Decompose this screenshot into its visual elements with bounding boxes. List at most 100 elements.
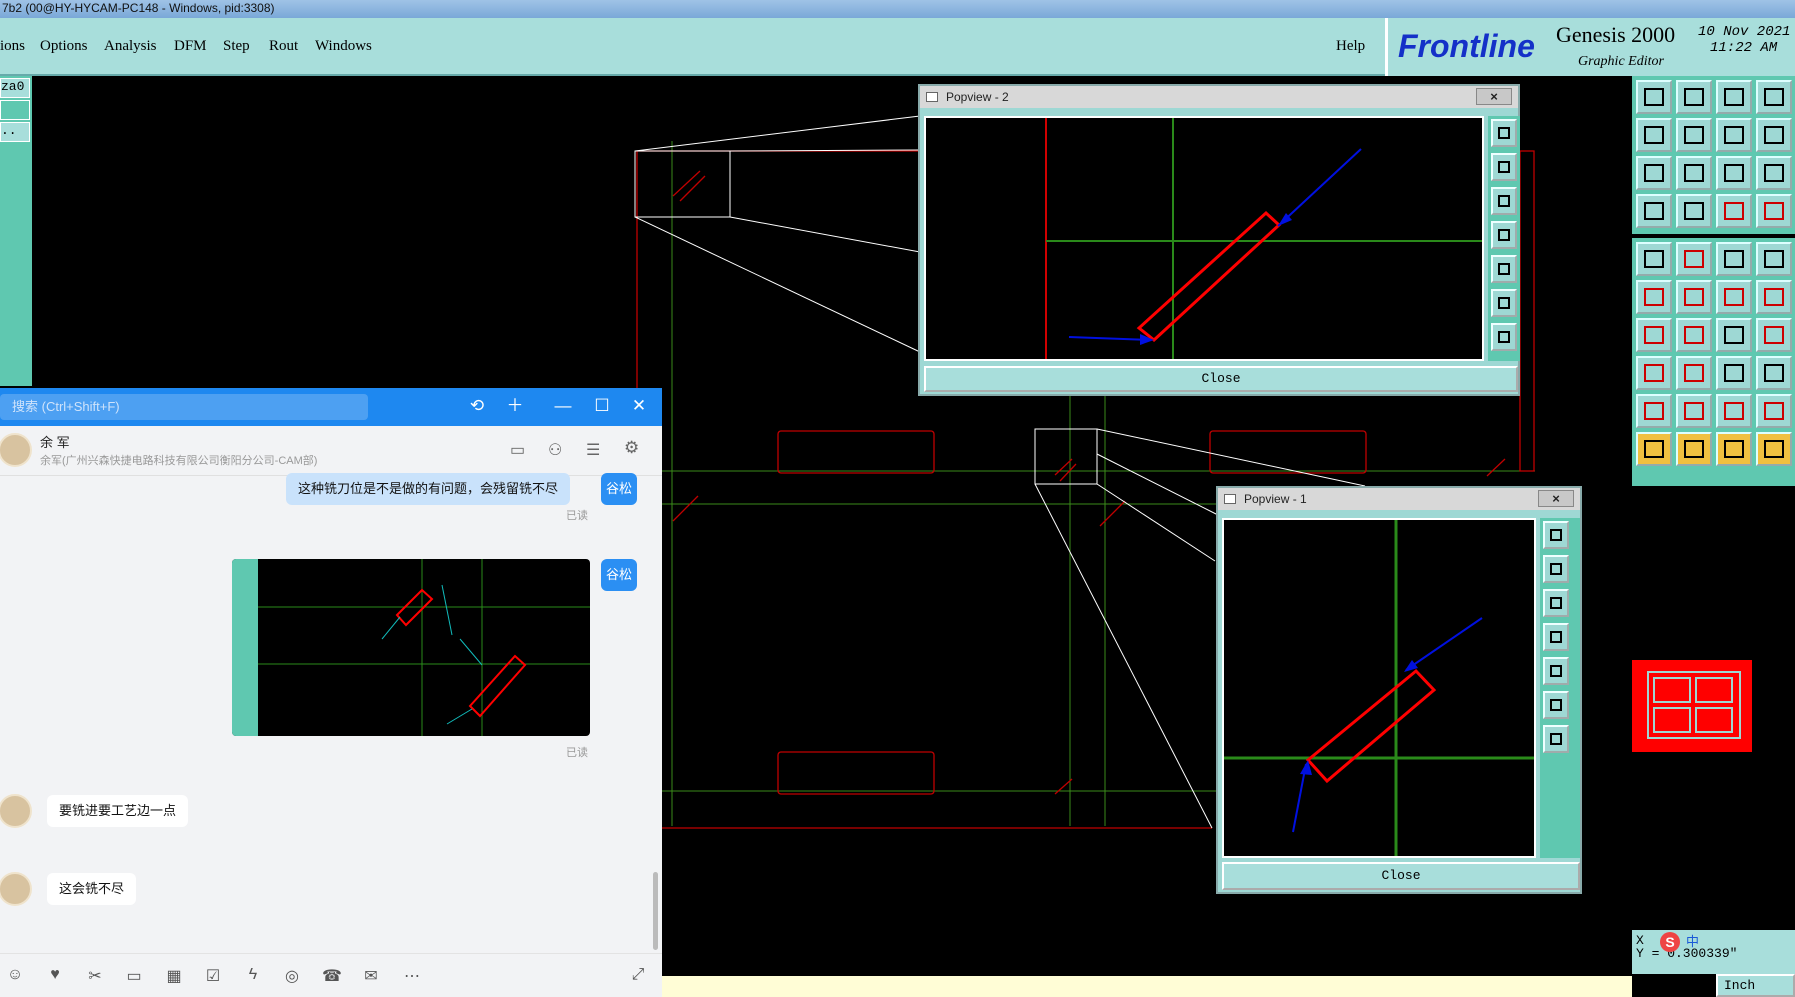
- copy-icon[interactable]: [1756, 356, 1792, 390]
- expand-icon[interactable]: ⤢: [628, 966, 648, 984]
- ime-mode[interactable]: 中: [1686, 936, 1699, 949]
- polygon-icon[interactable]: [1676, 242, 1712, 276]
- close-icon[interactable]: ✕: [628, 396, 650, 416]
- net-icon[interactable]: [1716, 194, 1752, 228]
- pan-down-icon[interactable]: [1543, 589, 1569, 617]
- close-icon[interactable]: ×: [1476, 88, 1512, 105]
- phone-icon[interactable]: ☎: [322, 966, 342, 986]
- shape-icon[interactable]: [1636, 356, 1672, 390]
- fit-icon[interactable]: [1636, 156, 1672, 190]
- history-icon[interactable]: ⟲: [466, 396, 488, 416]
- pointer-route-icon[interactable]: [1756, 432, 1792, 466]
- hline-icon[interactable]: [1676, 356, 1712, 390]
- search-input[interactable]: 搜索 (Ctrl+Shift+F): [0, 394, 368, 420]
- pan-right-icon[interactable]: [1491, 255, 1517, 283]
- ruler-icon[interactable]: [1716, 242, 1752, 276]
- bridge-alt-icon[interactable]: [1756, 394, 1792, 428]
- thumbs-up-icon[interactable]: ♥: [45, 966, 65, 984]
- angle-icon[interactable]: [1636, 318, 1672, 352]
- avatar[interactable]: [0, 872, 32, 906]
- text-icon[interactable]: [1756, 318, 1792, 352]
- menu-analysis[interactable]: Analysis: [104, 38, 157, 55]
- move-up-icon[interactable]: [1636, 80, 1672, 114]
- net-select-icon[interactable]: [1756, 194, 1792, 228]
- board-thumbnail[interactable]: [1632, 660, 1752, 752]
- menu-options[interactable]: Options: [40, 38, 88, 55]
- triangle-icon[interactable]: [1636, 394, 1672, 428]
- pan-right-icon[interactable]: [1543, 657, 1569, 685]
- zoom-icon[interactable]: [1676, 156, 1712, 190]
- pan-left-icon[interactable]: [1636, 118, 1672, 152]
- zoom-icon[interactable]: [1491, 119, 1517, 147]
- pan-left-icon[interactable]: [1543, 623, 1569, 651]
- pan-left-icon[interactable]: [1491, 221, 1517, 249]
- folder-icon[interactable]: ▭: [510, 440, 525, 460]
- fit-icon[interactable]: [1543, 691, 1569, 719]
- cross-icon[interactable]: [1676, 280, 1712, 314]
- step-icon[interactable]: [1756, 118, 1792, 152]
- help-icon[interactable]: [1756, 156, 1792, 190]
- dimension-icon[interactable]: [1716, 356, 1752, 390]
- nodes-icon[interactable]: [1636, 280, 1672, 314]
- pointer-icon[interactable]: [1636, 432, 1672, 466]
- search-history-icon[interactable]: ☰: [586, 440, 600, 460]
- pad-icon[interactable]: [1636, 242, 1672, 276]
- sender-avatar[interactable]: 谷松: [601, 473, 637, 505]
- popview-1-close-button[interactable]: Close: [1222, 862, 1580, 890]
- popview-2-close-button[interactable]: Close: [924, 366, 1518, 392]
- circle-icon[interactable]: [1756, 242, 1792, 276]
- popview-2-titlebar[interactable]: Popview - 2 ×: [920, 86, 1518, 108]
- emoji-icon[interactable]: ☺: [5, 966, 25, 984]
- snap-icon[interactable]: [1716, 118, 1752, 152]
- message-bubble[interactable]: 这会铣不尽: [47, 873, 137, 905]
- mail-icon[interactable]: ✉: [361, 966, 381, 986]
- menu-actions[interactable]: ions: [0, 38, 25, 55]
- minimize-icon[interactable]: —: [552, 396, 574, 416]
- menu-help[interactable]: Help: [1336, 38, 1365, 55]
- message-bubble[interactable]: 这种铣刀位是不是做的有问题，会残留铣不尽: [286, 473, 571, 505]
- menu-rout[interactable]: Rout: [269, 38, 298, 55]
- scissors-icon[interactable]: ✂: [85, 966, 105, 986]
- triangle-outline-icon[interactable]: [1676, 394, 1712, 428]
- measure-icon[interactable]: [1636, 194, 1672, 228]
- checkbox-icon[interactable]: ☑: [203, 966, 223, 986]
- probe-icon[interactable]: [1676, 194, 1712, 228]
- menu-step[interactable]: Step: [223, 38, 250, 55]
- screen-share-icon[interactable]: ◎: [282, 966, 302, 986]
- pointer-alt-icon[interactable]: [1716, 432, 1752, 466]
- diagonal-icon[interactable]: [1676, 318, 1712, 352]
- scrollbar[interactable]: [653, 872, 658, 950]
- pointer-box-icon[interactable]: [1676, 432, 1712, 466]
- line-icon[interactable]: [1716, 280, 1752, 314]
- pan-up-icon[interactable]: [1543, 555, 1569, 583]
- arc-icon[interactable]: [1716, 318, 1752, 352]
- lightning-icon[interactable]: ϟ: [243, 966, 263, 984]
- popview-1-titlebar[interactable]: Popview - 1 ×: [1218, 488, 1580, 510]
- ime-logo-icon[interactable]: S: [1660, 932, 1680, 952]
- add-user-icon[interactable]: ⚇: [548, 440, 562, 460]
- scale-1-2-icon[interactable]: [1716, 156, 1752, 190]
- avatar[interactable]: [0, 433, 32, 467]
- pan-right-icon[interactable]: [1676, 118, 1712, 152]
- menu-dfm[interactable]: DFM: [174, 38, 207, 55]
- layout-icon[interactable]: [1756, 80, 1792, 114]
- pan-down-icon[interactable]: [1491, 187, 1517, 215]
- pan-up-icon[interactable]: [1491, 153, 1517, 181]
- home-icon[interactable]: [1716, 80, 1752, 114]
- sender-avatar[interactable]: 谷松: [601, 559, 637, 591]
- more-icon[interactable]: ⋯: [402, 966, 422, 986]
- move-down-icon[interactable]: [1676, 80, 1712, 114]
- layer-more[interactable]: ..: [0, 122, 30, 142]
- message-bubble[interactable]: 要铣进要工艺边一点: [47, 795, 189, 827]
- message-image[interactable]: [232, 559, 590, 736]
- bridge-icon[interactable]: [1716, 394, 1752, 428]
- folder-add-icon[interactable]: ▭: [124, 966, 144, 986]
- layer-field[interactable]: za0: [0, 78, 30, 98]
- zoom-icon[interactable]: [1543, 521, 1569, 549]
- maximize-icon[interactable]: ☐: [591, 396, 613, 416]
- units-selector[interactable]: Inch: [1716, 974, 1795, 997]
- calendar-icon[interactable]: ▦: [164, 966, 184, 986]
- avatar[interactable]: [0, 794, 32, 828]
- gear-icon[interactable]: ⚙: [624, 438, 639, 458]
- zoom-home-icon[interactable]: [1543, 725, 1569, 753]
